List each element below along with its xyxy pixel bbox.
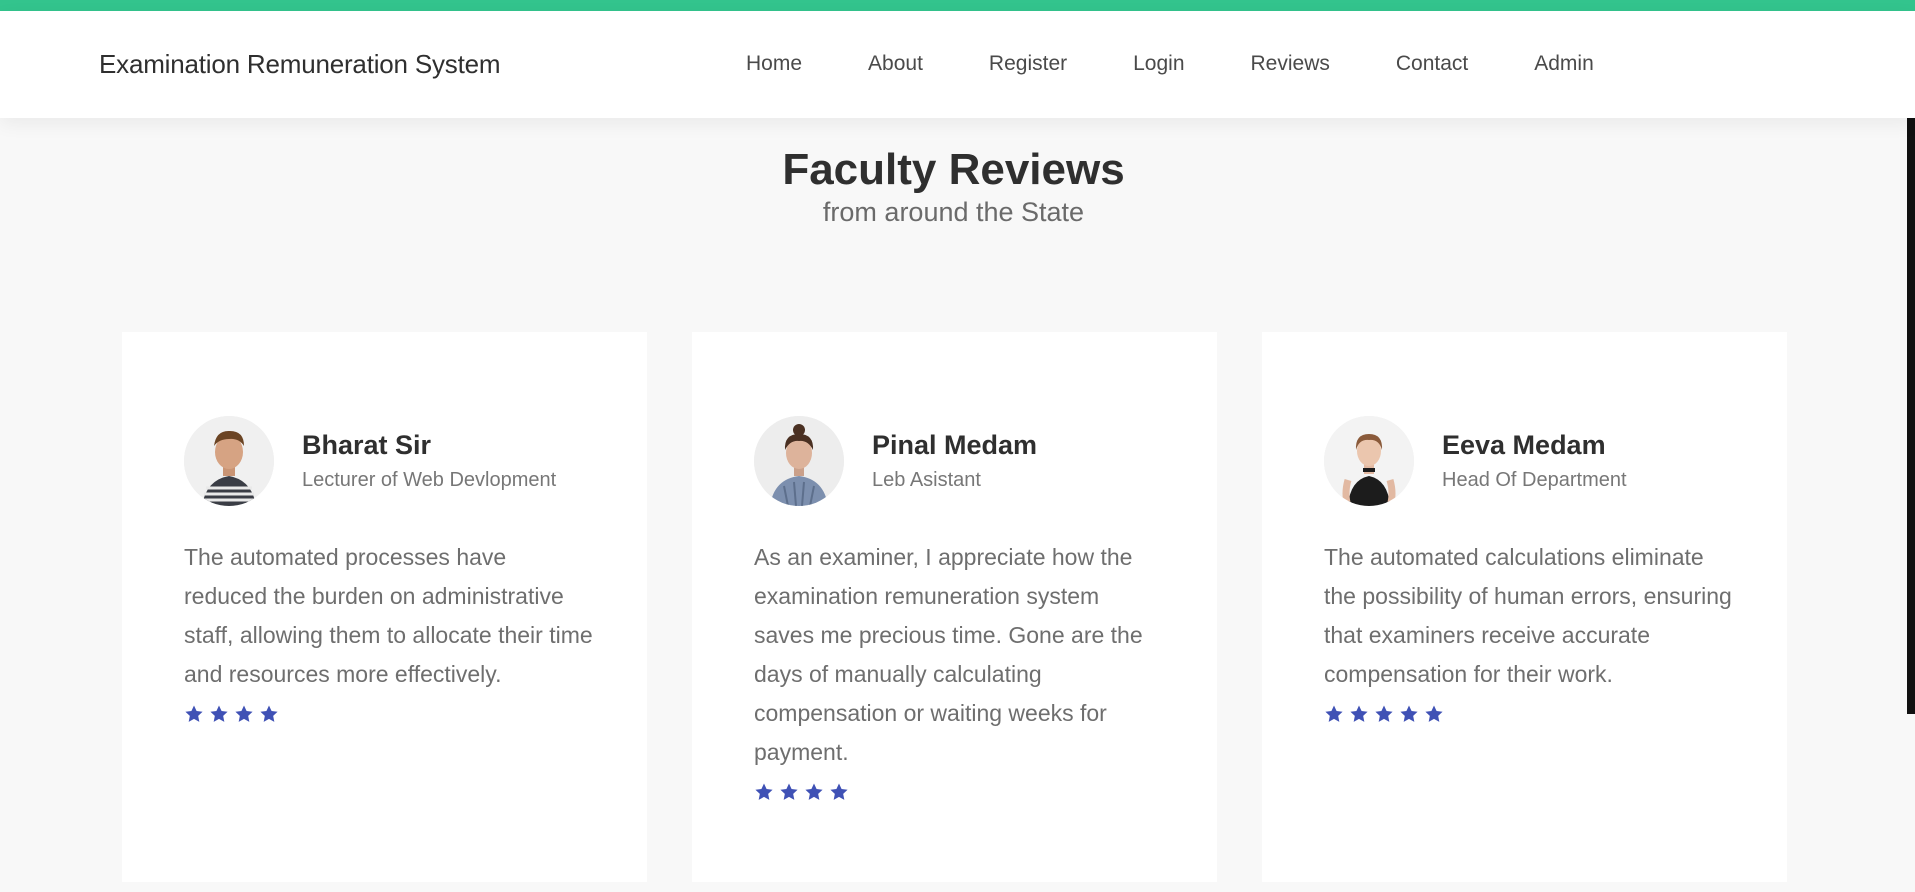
nav-link-contact[interactable]: Contact <box>1396 52 1468 76</box>
review-text: The automated processes have reduced the… <box>184 544 593 687</box>
star-icon <box>1425 705 1443 722</box>
navbar: Examination Remuneration System Home Abo… <box>0 11 1915 118</box>
star-icon <box>260 705 278 722</box>
reviewer-role: Lecturer of Web Devlopment <box>302 469 557 491</box>
star-icon <box>210 705 228 722</box>
nav-menu: Home About Register Login Reviews Contac… <box>746 52 1594 76</box>
reviewer-name: Pinal Medam <box>872 430 1038 460</box>
star-icon <box>780 783 798 800</box>
avatar <box>1324 416 1414 506</box>
nav-link-home[interactable]: Home <box>746 52 802 76</box>
review-text: As an examiner, I appreciate how the exa… <box>754 544 1143 765</box>
reviewer-role: Head Of Department <box>1442 469 1627 491</box>
brand-title[interactable]: Examination Remuneration System <box>99 49 501 80</box>
avatar <box>754 416 844 506</box>
avatar <box>184 416 274 506</box>
star-icon <box>1325 705 1343 722</box>
star-icon <box>755 783 773 800</box>
top-accent-bar <box>0 0 1915 11</box>
star-icon <box>830 783 848 800</box>
nav-link-reviews[interactable]: Reviews <box>1251 52 1330 76</box>
rating-stars <box>754 782 1164 802</box>
review-card: Pinal Medam Leb Asistant As an examiner,… <box>692 332 1217 882</box>
star-icon <box>235 705 253 722</box>
nav-link-about[interactable]: About <box>868 52 923 76</box>
rating-stars <box>184 704 594 724</box>
review-card: Bharat Sir Lecturer of Web Devlopment Th… <box>122 332 647 882</box>
rating-stars <box>1324 704 1734 724</box>
section-subtitle: from around the State <box>822 197 1085 227</box>
nav-link-admin[interactable]: Admin <box>1534 52 1594 76</box>
star-icon <box>805 783 823 800</box>
star-icon <box>1375 705 1393 722</box>
review-text: The automated calculations eliminate the… <box>1324 544 1732 687</box>
nav-link-register[interactable]: Register <box>989 52 1067 76</box>
star-icon <box>1350 705 1368 722</box>
review-card: Eeva Medam Head Of Department The automa… <box>1262 332 1787 882</box>
star-icon <box>1400 705 1418 722</box>
reviewer-name: Eeva Medam <box>1442 430 1606 460</box>
star-icon <box>185 705 203 722</box>
section-title: Faculty Reviews <box>782 145 1125 194</box>
nav-link-login[interactable]: Login <box>1133 52 1184 76</box>
scrollbar[interactable] <box>1907 88 1915 714</box>
reviewer-name: Bharat Sir <box>302 430 432 460</box>
reviewer-role: Leb Asistant <box>872 469 981 491</box>
